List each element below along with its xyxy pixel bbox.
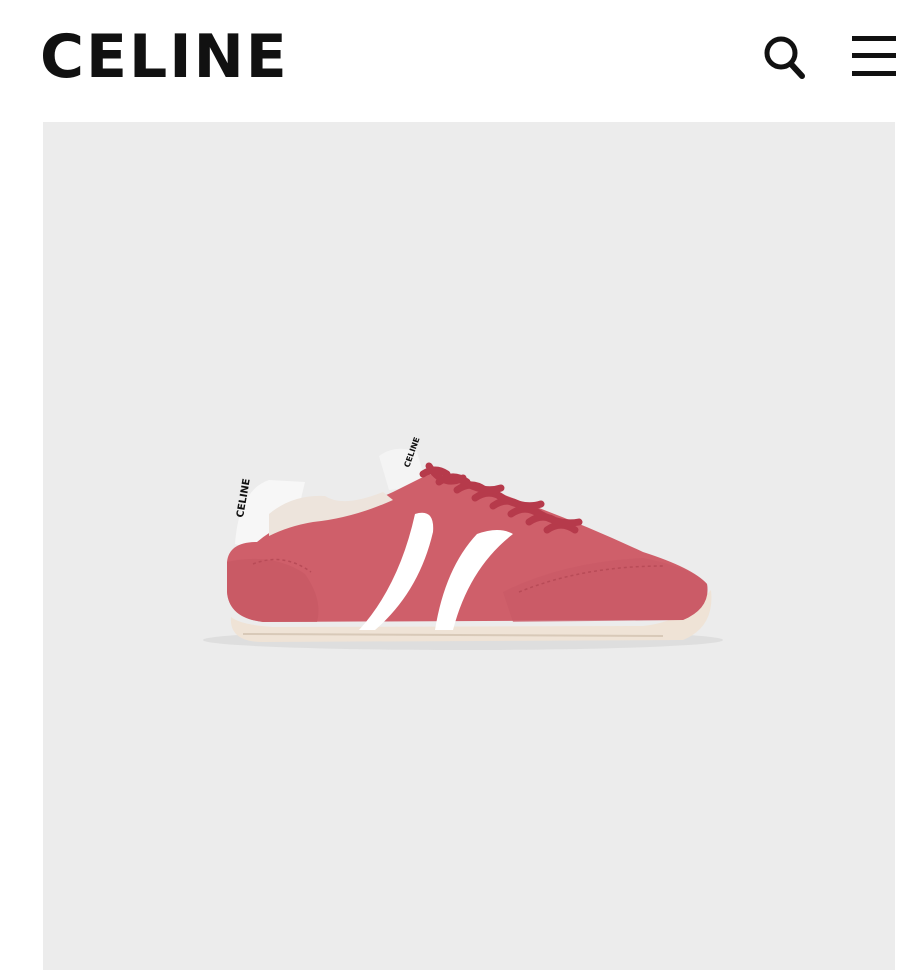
sneaker-illustration: CELINE CELINE [203, 436, 723, 650]
hamburger-menu-icon [852, 36, 896, 76]
search-button[interactable] [758, 28, 810, 84]
menu-button[interactable] [848, 28, 900, 84]
brand-logo[interactable]: CELINE [40, 24, 289, 90]
site-header: CELINE [0, 0, 911, 122]
product-image[interactable]: CELINE CELINE [43, 122, 895, 970]
search-icon [764, 36, 805, 79]
